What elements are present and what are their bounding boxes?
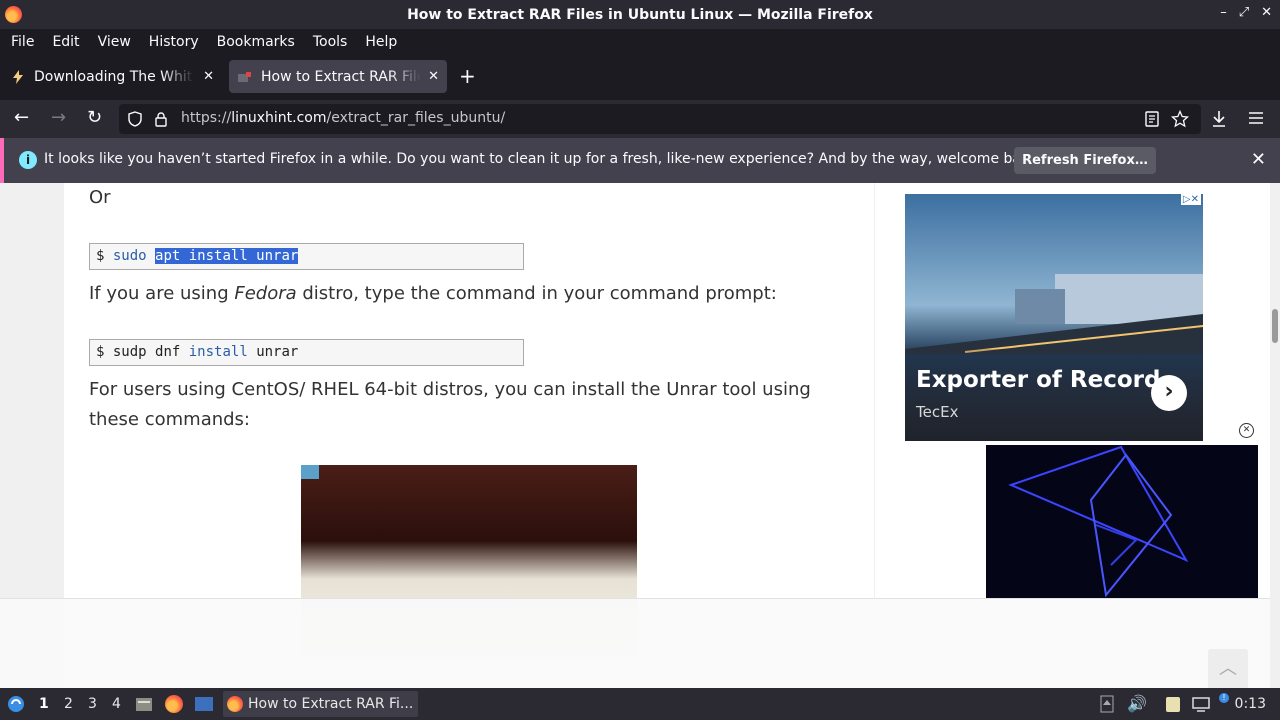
tab-downloading[interactable]: Downloading The White I ✕: [4, 60, 222, 93]
fedora-pre: If you are using: [89, 283, 235, 304]
downloads-icon[interactable]: [1211, 110, 1227, 128]
centos-paragraph-line2: these commands:: [89, 409, 250, 430]
workspace-4[interactable]: 4: [112, 696, 121, 712]
address-bar[interactable]: https://linuxhint.com/extract_rar_files_…: [119, 104, 1201, 134]
firefox-window-icon: [227, 696, 243, 712]
close-notification-icon[interactable]: ✕: [1251, 149, 1266, 170]
code-block-dnf[interactable]: $ sudp dnf install unrar: [89, 339, 524, 366]
workspace-1[interactable]: 1: [39, 696, 49, 712]
lightning-favicon-icon: [13, 69, 23, 84]
network-icon[interactable]: [1191, 695, 1211, 713]
menu-tools[interactable]: Tools: [304, 34, 357, 50]
window-controls: – ⤢ ✕: [1220, 5, 1272, 20]
close-window-button[interactable]: ✕: [1261, 5, 1272, 20]
new-tab-button[interactable]: +: [459, 66, 476, 86]
url-domain: linuxhint.com: [231, 110, 327, 126]
code-selected-text: apt install unrar: [155, 248, 299, 264]
tab-label: Downloading The White I: [34, 68, 194, 85]
reload-icon[interactable]: ↻: [87, 108, 102, 128]
url-text[interactable]: https://linuxhint.com/extract_rar_files_…: [181, 110, 505, 126]
minimize-button[interactable]: –: [1220, 5, 1227, 20]
code-prompt: $: [96, 344, 105, 360]
scroll-to-top-button[interactable]: ︿: [1208, 649, 1248, 688]
tab-close-icon[interactable]: ✕: [203, 69, 214, 84]
ad-close-icon[interactable]: ✕: [1239, 423, 1254, 438]
video-badge-icon: [301, 465, 319, 479]
ad-arrow-button[interactable]: ›: [1151, 375, 1187, 411]
workspace-3[interactable]: 3: [88, 696, 97, 712]
fedora-paragraph: If you are using Fedora distro, type the…: [89, 279, 777, 309]
fedora-post: distro, type the command in your command…: [296, 283, 777, 304]
menu-help[interactable]: Help: [356, 34, 406, 50]
hamburger-menu-icon[interactable]: [1248, 111, 1264, 125]
code-prompt: $: [96, 248, 105, 264]
menu-history[interactable]: History: [140, 34, 208, 50]
scrollbar-thumb[interactable]: [1272, 309, 1278, 343]
back-icon[interactable]: ←: [14, 108, 29, 128]
file-manager-icon[interactable]: [135, 695, 153, 713]
navigation-bar: ← → ↻ https://linuxhint.com/extract_rar_…: [0, 100, 1280, 138]
code-keyword: install: [188, 344, 248, 360]
adchoices-icon[interactable]: ▷✕: [1180, 194, 1201, 205]
bookmark-star-icon[interactable]: [1171, 110, 1189, 128]
url-path: /extract_rar_files_ubuntu/: [326, 110, 506, 126]
terminal-icon[interactable]: [194, 695, 214, 713]
tab-close-icon[interactable]: ✕: [428, 69, 439, 84]
refresh-firefox-button[interactable]: Refresh Firefox…: [1014, 147, 1156, 174]
code-command: sudp dnf: [112, 344, 181, 360]
linuxhint-favicon-icon: [238, 71, 251, 82]
clock: 0:13: [1234, 696, 1266, 712]
tab-extract-rar[interactable]: How to Extract RAR Files ✕: [229, 60, 447, 93]
refresh-notification-bar: i It looks like you haven’t started Fire…: [0, 138, 1280, 183]
start-menu-icon[interactable]: [7, 695, 25, 713]
menu-file[interactable]: File: [2, 34, 43, 50]
tab-bar: Downloading The White I ✕ How to Extract…: [0, 54, 1280, 100]
tray-notification-icon[interactable]: [1100, 695, 1114, 713]
firefox-launcher-icon[interactable]: [165, 695, 183, 713]
fedora-em: Fedora: [234, 283, 297, 304]
reader-view-icon[interactable]: [1145, 111, 1159, 127]
ad-sponsor: TecEx: [916, 403, 959, 421]
notification-message: It looks like you haven’t started Firefo…: [44, 151, 1043, 167]
firefox-logo-icon: [5, 6, 22, 23]
code-command: sudo: [112, 248, 147, 264]
maximize-button[interactable]: ⤢: [1239, 5, 1249, 20]
url-prefix: https://: [181, 110, 232, 126]
window-titlebar: How to Extract RAR Files in Ubuntu Linux…: [0, 0, 1280, 29]
clipboard-icon[interactable]: [1164, 695, 1182, 713]
taskbar-firefox-window[interactable]: How to Extract RAR Fi...: [223, 691, 418, 717]
updates-badge-icon[interactable]: !: [1219, 693, 1229, 703]
web-page: Or $ sudo apt install unrar If you are u…: [0, 183, 1280, 688]
menu-bar: File Edit View History Bookmarks Tools H…: [0, 29, 1280, 54]
menu-view[interactable]: View: [89, 34, 140, 50]
menu-edit[interactable]: Edit: [43, 34, 88, 50]
exporter-ad[interactable]: ▷✕ Exporter of Record TecEx ›: [905, 194, 1203, 441]
lock-icon[interactable]: [154, 111, 168, 127]
menu-bookmarks[interactable]: Bookmarks: [208, 34, 304, 50]
window-title: How to Extract RAR Files in Ubuntu Linux…: [407, 6, 873, 23]
shield-icon[interactable]: [127, 111, 143, 127]
truck-image: [905, 274, 1203, 354]
tab-label: How to Extract RAR Files: [261, 68, 421, 85]
centos-paragraph-line1: For users using CentOS/ RHEL 64-bit dist…: [89, 379, 811, 400]
or-text: Or: [89, 187, 111, 208]
neon-shapes-image: [1008, 445, 1189, 598]
neon-video-ad[interactable]: [986, 445, 1258, 598]
system-taskbar: 1 2 3 4 How to Extract RAR Fi... 🔊 ! 0:1…: [0, 688, 1280, 720]
page-scrollbar[interactable]: [1270, 183, 1280, 688]
volume-icon[interactable]: 🔊: [1127, 694, 1147, 713]
code-block-apt[interactable]: $ sudo apt install unrar: [89, 243, 524, 270]
ad-title: Exporter of Record: [916, 367, 1161, 393]
sticky-bottom-overlay: [0, 598, 1280, 688]
info-icon: i: [19, 151, 37, 169]
code-arg: unrar: [256, 344, 299, 360]
forward-icon[interactable]: →: [51, 108, 66, 128]
workspace-2[interactable]: 2: [64, 696, 73, 712]
taskbar-window-label: How to Extract RAR Fi...: [248, 696, 414, 712]
